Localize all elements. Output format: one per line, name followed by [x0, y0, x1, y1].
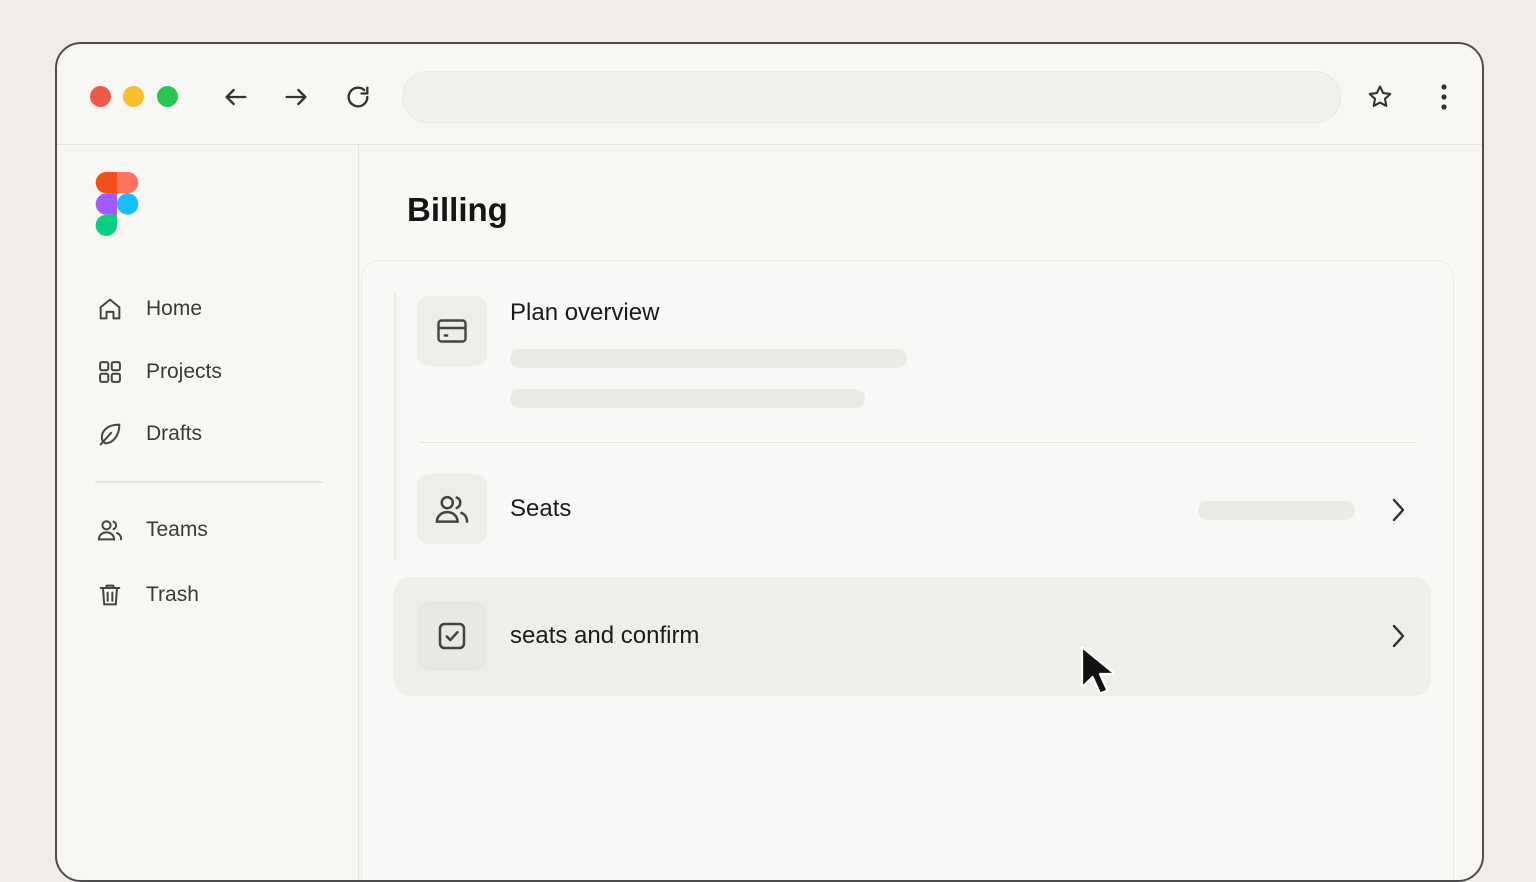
- forward-button[interactable]: [279, 80, 313, 114]
- sidebar-item-projects[interactable]: Projects: [95, 352, 335, 392]
- seats-icon-tile: [417, 474, 487, 544]
- seats-and-confirm-title: seats and confirm: [510, 622, 700, 649]
- plan-skeleton-line: [510, 349, 907, 368]
- sidebar-item-home[interactable]: Home: [95, 289, 335, 329]
- browser-menu-button[interactable]: [1427, 80, 1461, 114]
- sidebar-item-label: Home: [146, 297, 203, 320]
- mouse-cursor-icon: [1080, 645, 1115, 695]
- users-icon: [95, 515, 125, 545]
- plan-overview-title: Plan overview: [510, 299, 660, 326]
- home-icon: [95, 294, 125, 324]
- grid-icon: [95, 357, 125, 387]
- credit-card-icon: [437, 319, 467, 343]
- sidebar-item-teams[interactable]: Teams: [95, 510, 335, 550]
- seats-row[interactable]: Seats: [394, 464, 1431, 564]
- users-icon: [435, 495, 469, 523]
- arrow-left-icon: [225, 88, 247, 106]
- sidebar-item-label: Teams: [146, 518, 208, 541]
- reload-button[interactable]: [341, 80, 375, 114]
- plan-skeleton-line: [510, 389, 865, 408]
- page-title: Billing: [407, 191, 508, 228]
- reload-icon: [347, 86, 369, 108]
- sidebar-item-label: Drafts: [146, 422, 203, 445]
- leaf-icon: [95, 419, 125, 449]
- seats-title: Seats: [510, 495, 572, 522]
- trash-icon: [95, 580, 125, 610]
- chevron-right-icon: [1387, 495, 1409, 525]
- sidebar-item-trash[interactable]: Trash: [95, 575, 335, 615]
- seats-skeleton-value: [1198, 501, 1355, 520]
- checkbox-icon: [438, 622, 466, 650]
- maximize-window-button[interactable]: [157, 86, 178, 107]
- kebab-menu-icon: [1441, 84, 1447, 110]
- plan-icon-tile: [417, 296, 487, 366]
- seats-and-confirm-row[interactable]: seats and confirm: [394, 577, 1431, 696]
- confirm-icon-tile: [417, 601, 487, 671]
- browser-toolbar: [57, 44, 1482, 145]
- row-divider: [419, 442, 1417, 443]
- address-bar[interactable]: [402, 71, 1341, 123]
- chevron-right-icon: [1387, 621, 1409, 651]
- star-icon: [1368, 85, 1392, 108]
- figma-logo-icon: [95, 172, 139, 236]
- sidebar: Home Projects Drafts Teams Trash: [57, 145, 359, 880]
- browser-window: Home Projects Drafts Teams Trash Billing…: [55, 42, 1484, 882]
- sidebar-divider: [95, 481, 323, 483]
- sidebar-item-label: Projects: [146, 360, 222, 383]
- minimize-window-button[interactable]: [123, 86, 144, 107]
- arrow-right-icon: [285, 88, 307, 106]
- bookmark-button[interactable]: [1363, 80, 1397, 114]
- back-button[interactable]: [219, 80, 253, 114]
- close-window-button[interactable]: [90, 86, 111, 107]
- sidebar-item-drafts[interactable]: Drafts: [95, 414, 335, 454]
- sidebar-item-label: Trash: [146, 583, 199, 606]
